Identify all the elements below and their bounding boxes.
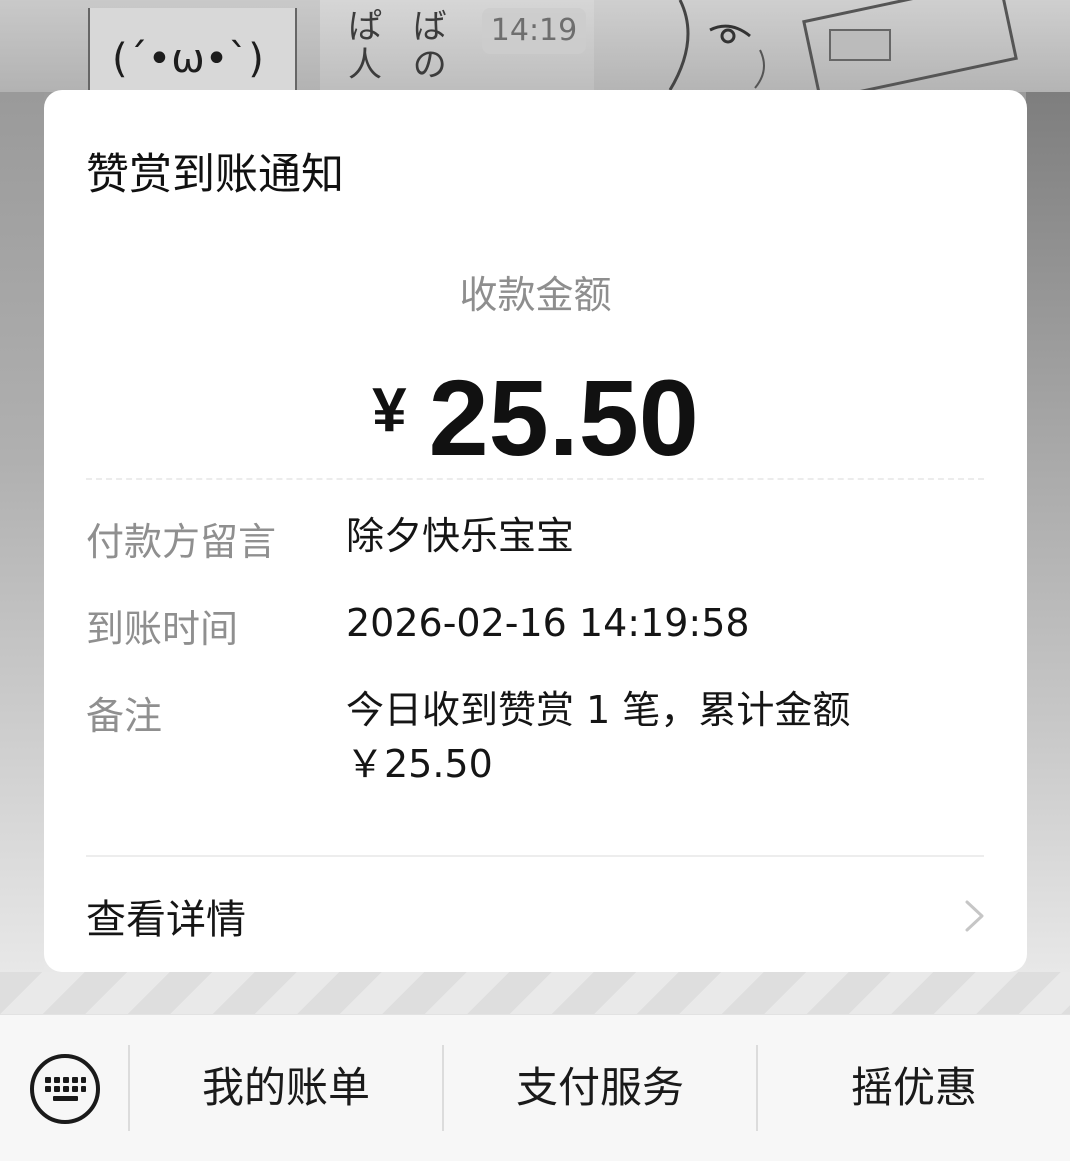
card-title: 赞赏到账通知 xyxy=(86,150,344,200)
shake-deals-button[interactable]: 摇优惠 xyxy=(758,1045,1070,1131)
chevron-right-icon xyxy=(965,900,984,932)
amount-label: 收款金额 xyxy=(459,273,612,317)
view-details-link[interactable]: 查看详情 xyxy=(44,857,1027,972)
wallpaper-kaomoji: (´•ω•`) xyxy=(112,36,264,82)
message-timestamp: 14:19 xyxy=(482,8,586,54)
remark-line-2: ￥25.50 xyxy=(346,742,493,786)
service-bottom-bar: 我的账单 支付服务 摇优惠 xyxy=(0,1014,1070,1161)
wallpaper-bottom-strip xyxy=(0,972,1070,1014)
wallpaper-kana: ぱ ば人 の xyxy=(348,7,457,85)
wallpaper-side-left xyxy=(0,92,44,1012)
wallpaper-sketch xyxy=(668,0,1018,92)
remark-line-1: 今日收到赞赏 1 笔，累计金额 xyxy=(346,688,851,732)
view-details-label: 查看详情 xyxy=(86,897,246,943)
payer-message-value: 除夕快乐宝宝 xyxy=(346,514,575,558)
dashed-divider xyxy=(86,478,984,480)
currency-symbol: ¥ xyxy=(372,376,407,445)
my-bills-button[interactable]: 我的账单 xyxy=(130,1045,442,1131)
payment-services-button[interactable]: 支付服务 xyxy=(444,1045,756,1131)
remark-label: 备注 xyxy=(86,694,163,738)
keyboard-icon[interactable] xyxy=(28,1052,102,1126)
payer-message-label: 付款方留言 xyxy=(86,520,277,564)
arrival-time-value: 2026-02-16 14:19:58 xyxy=(346,601,750,645)
wechat-pay-chat-screen: (´•ω•`) ぱ ば人 の 14:19 赞赏到账通知 收款金额 ¥25.50 … xyxy=(0,0,1070,1161)
amount-number: 25.50 xyxy=(428,357,699,478)
amount-value: ¥25.50 xyxy=(44,355,1027,480)
arrival-time-label: 到账时间 xyxy=(86,607,239,651)
wallpaper-side-right xyxy=(1026,92,1070,1012)
remark-value: 今日收到赞赏 1 笔，累计金额 ￥25.50 xyxy=(346,683,946,791)
reward-notification-card[interactable]: 赞赏到账通知 收款金额 ¥25.50 付款方留言 除夕快乐宝宝 到账时间 202… xyxy=(44,90,1027,972)
